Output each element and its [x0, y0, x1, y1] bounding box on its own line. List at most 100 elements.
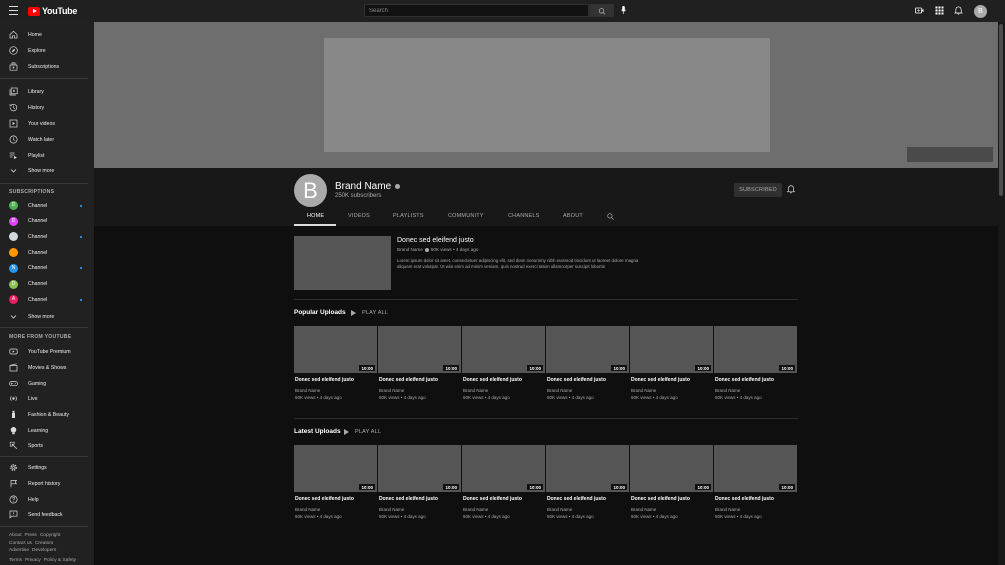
sidebar-channel-item[interactable]: D Channel — [0, 214, 94, 229]
video-title[interactable]: Donec sed eleifend justo — [715, 496, 774, 502]
footer-link[interactable]: Developers — [32, 548, 56, 553]
video-channel-name[interactable]: Brand Name — [295, 388, 320, 393]
subscribed-button[interactable]: SUBSCRIBED — [734, 183, 782, 197]
sidebar-channel-item[interactable]: D Channel — [0, 198, 94, 213]
microphone-icon[interactable] — [621, 6, 626, 14]
footer-link[interactable]: Advertise — [9, 548, 29, 553]
video-channel-name[interactable]: Brand Name — [463, 388, 488, 393]
sidebar-item-your-videos[interactable]: Your videos — [0, 116, 94, 131]
video-title[interactable]: Donec sed eleifend justo — [631, 377, 690, 383]
page-scrollbar[interactable] — [998, 22, 1005, 565]
create-video-icon[interactable] — [915, 6, 924, 15]
sidebar-item-report-history[interactable]: Report history — [0, 476, 94, 491]
featured-video-thumbnail[interactable] — [294, 236, 391, 290]
tab-about[interactable]: ABOUT — [563, 213, 583, 219]
sidebar-item-fashion-beauty[interactable]: Fashion & Beauty — [0, 407, 94, 422]
search-input[interactable] — [364, 4, 589, 17]
footer-link[interactable]: Copyright — [40, 533, 61, 538]
sidebar-item-gaming[interactable]: Gaming — [0, 376, 94, 391]
footer-link[interactable]: Policy & Safety — [44, 558, 76, 563]
play-all-button[interactable]: PLAY ALL — [344, 429, 381, 435]
sidebar-channel-item[interactable]: Channel — [0, 245, 94, 260]
video-channel-name[interactable]: Brand Name — [631, 388, 656, 393]
sidebar-item-send-feedback[interactable]: Send feedback — [0, 507, 94, 522]
sidebar-item-learning[interactable]: Learning — [0, 423, 94, 438]
sidebar-item-sports[interactable]: Sports — [0, 438, 94, 453]
video-meta: 50K views • 4 days ago — [295, 395, 342, 400]
video-title[interactable]: Donec sed eleifend justo — [547, 377, 606, 383]
video-channel-name[interactable]: Brand Name — [715, 388, 740, 393]
video-channel-name[interactable]: Brand Name — [295, 507, 320, 512]
hamburger-menu-icon[interactable] — [9, 6, 18, 15]
compass-icon — [9, 46, 18, 55]
scrollbar-thumb[interactable] — [999, 24, 1003, 196]
sidebar-item-subscriptions[interactable]: Subscriptions — [0, 59, 94, 74]
footer-link[interactable]: Privacy — [25, 558, 41, 563]
footer-link[interactable]: Creators — [35, 541, 53, 546]
sidebar-item-home[interactable]: Home — [0, 27, 94, 42]
video-title[interactable]: Donec sed eleifend justo — [463, 377, 522, 383]
sidebar-item-history[interactable]: History — [0, 100, 94, 115]
featured-channel-name[interactable]: Brand Name — [397, 247, 423, 252]
shelf-title[interactable]: Popular Uploads — [294, 309, 346, 316]
sidebar-item-playlist[interactable]: Playlist — [0, 148, 94, 163]
tab-videos[interactable]: VIDEOS — [348, 213, 370, 219]
sidebar-item-library[interactable]: Library — [0, 84, 94, 99]
video-channel-name[interactable]: Brand Name — [379, 507, 404, 512]
footer-row: Terms Privacy Policy & Safety — [9, 557, 79, 565]
video-channel-name[interactable]: Brand Name — [715, 507, 740, 512]
footer-row: Advertise Developers — [9, 547, 79, 555]
sidebar-channel-item[interactable]: Channel — [0, 229, 94, 244]
gaming-icon — [9, 381, 18, 387]
subscriber-count: 250K subscribers — [335, 193, 382, 199]
video-title[interactable]: Donec sed eleifend justo — [295, 496, 354, 502]
sidebar-channel-item[interactable]: N Channel — [0, 261, 94, 276]
subscriptions-icon — [9, 62, 18, 71]
video-title[interactable]: Donec sed eleifend justo — [379, 496, 438, 502]
apps-grid-icon[interactable] — [935, 6, 944, 15]
sidebar-item-live[interactable]: Live — [0, 391, 94, 406]
sidebar-channel-item[interactable]: D Channel — [0, 277, 94, 292]
sidebar-item-watch-later[interactable]: Watch later — [0, 132, 94, 147]
video-title[interactable]: Donec sed eleifend justo — [379, 377, 438, 383]
video-channel-name[interactable]: Brand Name — [463, 507, 488, 512]
video-title[interactable]: Donec sed eleifend justo — [463, 496, 522, 502]
footer-link[interactable]: About — [9, 533, 22, 538]
sidebar-item-label: Channel — [28, 281, 48, 287]
video-channel-name[interactable]: Brand Name — [547, 507, 572, 512]
footer-link[interactable]: Terms — [9, 558, 22, 563]
sidebar-item-help[interactable]: Help — [0, 492, 94, 507]
sidebar-divider — [0, 456, 88, 457]
sidebar-item-settings[interactable]: Settings — [0, 460, 94, 475]
tab-playlists[interactable]: PLAYLISTS — [393, 213, 424, 219]
video-channel-name[interactable]: Brand Name — [631, 507, 656, 512]
sidebar-item-show-more[interactable]: Show more — [0, 163, 94, 178]
sidebar-item-explore[interactable]: Explore — [0, 43, 94, 58]
sidebar-item-show-more-channels[interactable]: Show more — [0, 309, 94, 324]
sidebar-channel-item[interactable]: A Channel — [0, 292, 94, 307]
banner-links[interactable] — [907, 147, 993, 162]
account-avatar[interactable]: B — [974, 5, 987, 18]
notifications-bell-icon[interactable] — [954, 6, 963, 15]
video-title[interactable]: Donec sed eleifend justo — [631, 496, 690, 502]
notification-bell-icon[interactable] — [787, 185, 795, 194]
footer-link[interactable]: Press — [25, 533, 37, 538]
sidebar-item-movies-shows[interactable]: Movies & Shows — [0, 360, 94, 375]
search-button[interactable] — [589, 4, 614, 17]
play-all-button[interactable]: PLAY ALL — [351, 310, 388, 316]
video-title[interactable]: Donec sed eleifend justo — [547, 496, 606, 502]
video-title[interactable]: Donec sed eleifend justo — [715, 377, 774, 383]
video-title[interactable]: Donec sed eleifend justo — [295, 377, 354, 383]
video-duration: 10:00 — [527, 484, 543, 490]
video-channel-name[interactable]: Brand Name — [547, 388, 572, 393]
footer-link[interactable]: Contact us — [9, 541, 32, 546]
tab-community[interactable]: COMMUNITY — [448, 213, 484, 219]
sidebar-item-youtube-premium[interactable]: YouTube Premium — [0, 344, 94, 359]
youtube-logo[interactable]: YouTube — [28, 5, 77, 17]
video-channel-name[interactable]: Brand Name — [379, 388, 404, 393]
search-icon[interactable] — [607, 213, 614, 220]
shelf-title[interactable]: Latest Uploads — [294, 428, 341, 435]
tab-home[interactable]: HOME — [307, 213, 324, 219]
featured-video-title[interactable]: Donec sed eleifend justo — [397, 237, 474, 244]
tab-channels[interactable]: CHANNELS — [508, 213, 540, 219]
